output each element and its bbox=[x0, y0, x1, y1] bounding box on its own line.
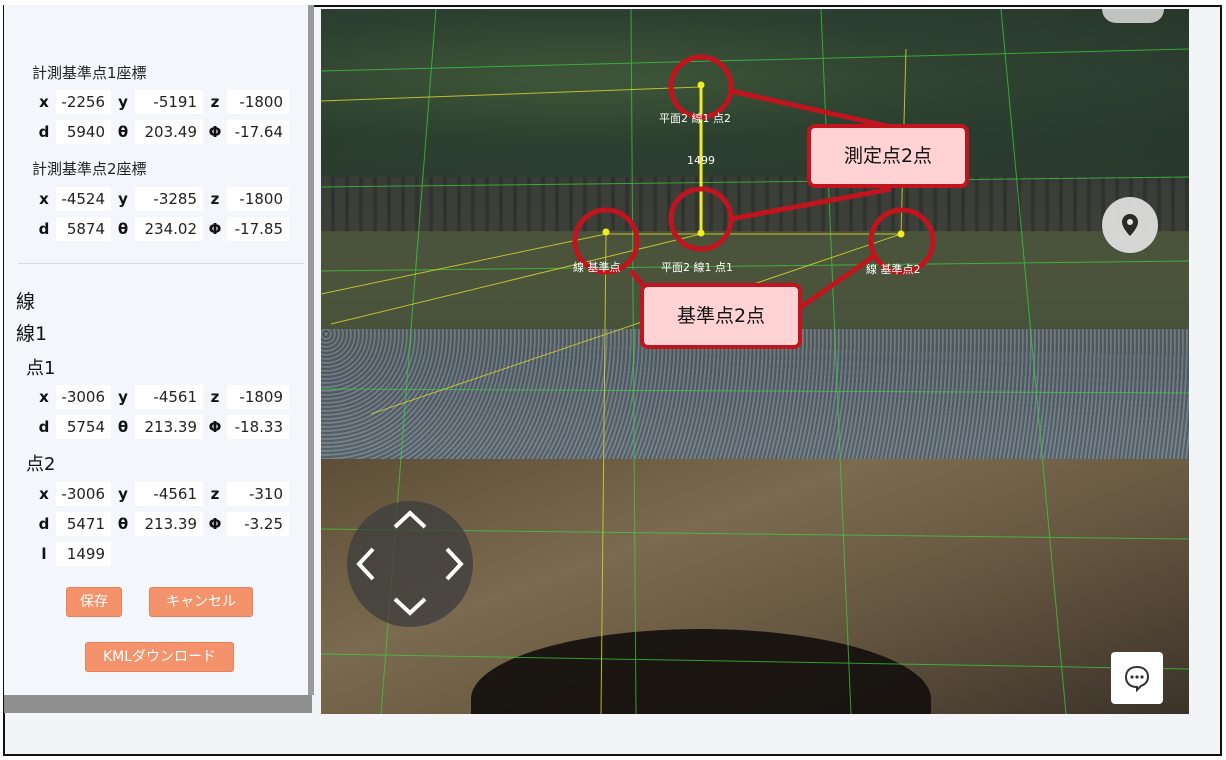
top-control-button[interactable] bbox=[1102, 9, 1164, 23]
ref1-title: 計測基準点1座標 bbox=[32, 64, 147, 82]
label-ref-right: 線 基準点2 bbox=[866, 263, 921, 276]
theta-label: θ bbox=[117, 418, 129, 436]
chat-button[interactable] bbox=[1111, 652, 1163, 704]
nav-up-icon[interactable] bbox=[393, 510, 427, 529]
x-label: x bbox=[39, 388, 49, 406]
d-label: d bbox=[38, 418, 50, 436]
y-label: y bbox=[118, 93, 128, 111]
label-ref-left: 線 基準点 bbox=[573, 261, 621, 274]
panel-scrollbar[interactable] bbox=[4, 695, 312, 713]
y-label: y bbox=[118, 485, 128, 503]
theta-label: θ bbox=[117, 123, 129, 141]
panel-divider bbox=[18, 263, 304, 264]
p1-y: -4561 bbox=[135, 385, 203, 409]
phi-label: Φ bbox=[208, 515, 222, 533]
x-label: x bbox=[39, 190, 49, 208]
nav-arrows bbox=[356, 510, 464, 616]
p2-theta: 213.39 bbox=[135, 512, 203, 536]
save-button[interactable]: 保存 bbox=[66, 587, 122, 617]
nav-left-icon[interactable] bbox=[356, 547, 375, 581]
ref1-d: 5940 bbox=[56, 120, 111, 144]
point2-title: 点2 bbox=[26, 454, 56, 475]
p1-d: 5754 bbox=[56, 415, 111, 439]
callout-reference-points: 基準点2点 bbox=[640, 283, 802, 349]
phi-label: Φ bbox=[208, 123, 222, 141]
p1-theta: 213.39 bbox=[135, 415, 203, 439]
p2-d: 5471 bbox=[56, 512, 111, 536]
p1-phi: -18.33 bbox=[227, 415, 289, 439]
ref1-y: -5191 bbox=[135, 90, 203, 114]
p1-x: -3006 bbox=[56, 385, 111, 409]
y-label: y bbox=[118, 388, 128, 406]
location-pin-button[interactable] bbox=[1102, 197, 1158, 253]
label-top-point: 平面2 線1 点2 bbox=[659, 112, 731, 125]
ref2-y: -3285 bbox=[135, 187, 203, 211]
ref2-d: 5874 bbox=[56, 217, 111, 241]
p2-dtp-row: d 5471 θ 213.39 Φ -3.25 bbox=[32, 511, 289, 537]
ref2-title: 計測基準点2座標 bbox=[32, 160, 147, 178]
location-pin-icon bbox=[1122, 214, 1138, 236]
panorama-viewer[interactable]: 平面2 線1 点2 1499 平面2 線1 点1 線 基準点 線 基準点2 測定… bbox=[321, 9, 1189, 714]
line-name: 線1 bbox=[16, 323, 48, 345]
point1-title: 点1 bbox=[26, 358, 56, 379]
ref2-dtp-row: d 5874 θ 234.02 Φ -17.85 bbox=[32, 216, 289, 242]
ref1-dtp-row: d 5940 θ 203.49 Φ -17.64 bbox=[32, 119, 289, 145]
theta-label: θ bbox=[117, 220, 129, 238]
ref2-z: -1800 bbox=[227, 187, 289, 211]
p2-z: -310 bbox=[227, 482, 289, 506]
ref2-xyz-row: x -4524 y -3285 z -1800 bbox=[32, 186, 289, 212]
label-distance: 1499 bbox=[687, 154, 715, 167]
z-label: z bbox=[210, 190, 220, 208]
d-label: d bbox=[38, 123, 50, 141]
p1-xyz-row: x -3006 y -4561 z -1809 bbox=[32, 384, 289, 410]
ref1-z: -1800 bbox=[227, 90, 289, 114]
cancel-button[interactable]: キャンセル bbox=[149, 587, 253, 617]
navigation-pad bbox=[347, 501, 473, 627]
p2-xyz-row: x -3006 y -4561 z -310 bbox=[32, 481, 289, 507]
z-label: z bbox=[210, 93, 220, 111]
measurement-panel: 計測基準点1座標 x -2256 y -5191 z -1800 d 5940 … bbox=[4, 5, 314, 695]
l-label: l bbox=[41, 545, 47, 563]
x-label: x bbox=[39, 93, 49, 111]
chat-icon bbox=[1124, 665, 1150, 692]
p1-dtp-row: d 5754 θ 213.39 Φ -18.33 bbox=[32, 414, 289, 440]
y-label: y bbox=[118, 190, 128, 208]
phi-label: Φ bbox=[208, 418, 222, 436]
nav-down-icon[interactable] bbox=[393, 597, 427, 616]
z-label: z bbox=[210, 388, 220, 406]
theta-label: θ bbox=[117, 515, 129, 533]
callout-measure-points: 測定点2点 bbox=[807, 124, 969, 188]
ref2-theta: 234.02 bbox=[135, 217, 203, 241]
p2-y: -4561 bbox=[135, 482, 203, 506]
d-label: d bbox=[38, 220, 50, 238]
z-label: z bbox=[210, 485, 220, 503]
ref1-xyz-row: x -2256 y -5191 z -1800 bbox=[32, 89, 289, 115]
ref1-x: -2256 bbox=[56, 90, 111, 114]
ref1-theta: 203.49 bbox=[135, 120, 203, 144]
line-heading: 線 bbox=[16, 291, 36, 313]
length-row: l 1499 bbox=[32, 541, 111, 567]
nav-right-icon[interactable] bbox=[445, 547, 464, 581]
p2-x: -3006 bbox=[56, 482, 111, 506]
d-label: d bbox=[38, 515, 50, 533]
kml-download-button[interactable]: KMLダウンロード bbox=[85, 642, 234, 672]
p1-z: -1809 bbox=[227, 385, 289, 409]
label-bottom-point: 平面2 線1 点1 bbox=[661, 261, 733, 274]
length-value: 1499 bbox=[56, 542, 111, 566]
x-label: x bbox=[39, 485, 49, 503]
p2-phi: -3.25 bbox=[227, 512, 289, 536]
ref2-phi: -17.85 bbox=[227, 217, 289, 241]
ref1-phi: -17.64 bbox=[227, 120, 289, 144]
ref2-x: -4524 bbox=[56, 187, 111, 211]
phi-label: Φ bbox=[208, 220, 222, 238]
